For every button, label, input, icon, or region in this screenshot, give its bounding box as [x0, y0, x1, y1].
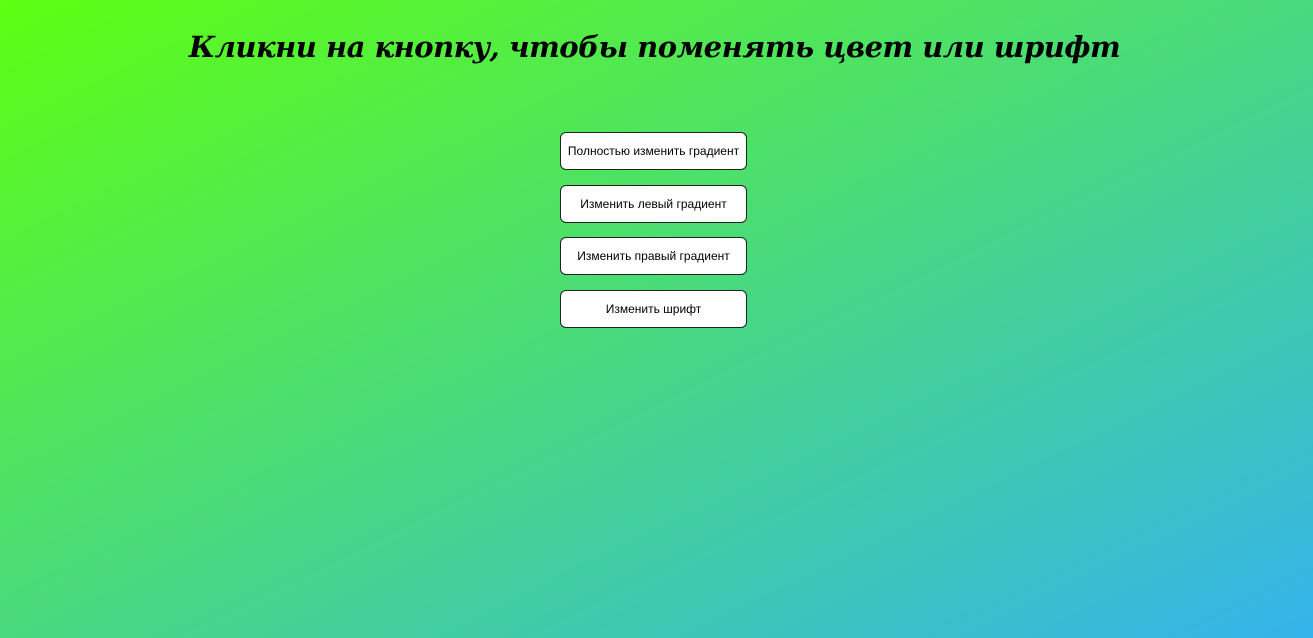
change-font-button[interactable]: Изменить шрифт: [560, 289, 747, 328]
change-full-gradient-button[interactable]: Полностью изменить градиент: [560, 132, 747, 170]
change-right-gradient-button[interactable]: Изменить правый градиент: [560, 237, 747, 275]
page-title: Кликни на кнопку, чтобы поменять цвет ил…: [188, 30, 1121, 64]
change-left-gradient-button[interactable]: Изменить левый градиент: [560, 184, 747, 223]
button-group: Полностью изменить градиент Изменить лев…: [560, 132, 747, 342]
